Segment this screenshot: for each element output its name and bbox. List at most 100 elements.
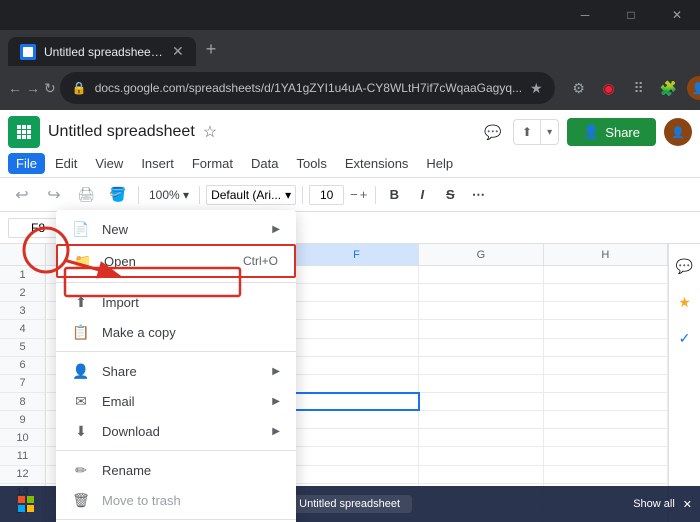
decrease-font-icon[interactable]: − — [350, 187, 358, 202]
close-button[interactable]: ✕ — [654, 0, 700, 30]
cell-H3[interactable] — [544, 302, 668, 319]
cell-H11[interactable] — [544, 447, 668, 464]
cell-G2[interactable] — [419, 284, 543, 301]
user-avatar-app[interactable]: 👤 — [664, 118, 692, 146]
cell-G9[interactable] — [419, 411, 543, 428]
more-formats-button[interactable]: ⋯ — [466, 183, 490, 207]
increase-font-icon[interactable]: + — [360, 187, 368, 202]
menu-item-share[interactable]: 👤 Share ▶ — [56, 356, 296, 386]
menu-item-rename[interactable]: ✏ Rename — [56, 455, 296, 485]
menu-item-edit[interactable]: Edit — [47, 153, 85, 174]
share-button[interactable]: 👤 Share — [567, 118, 656, 146]
new-tab-button[interactable]: + — [196, 33, 227, 66]
menu-item-tools[interactable]: Tools — [288, 153, 334, 174]
taskbar-close[interactable]: ✕ — [683, 498, 692, 511]
menu-item-makecopy[interactable]: 📋 Make a copy — [56, 317, 296, 347]
menu-icon[interactable]: ⠿ — [627, 76, 651, 100]
cell-F7[interactable] — [295, 375, 419, 392]
maximize-button[interactable]: □ — [608, 0, 654, 30]
cell-H6[interactable] — [544, 357, 668, 374]
taskbar-show-all[interactable]: Show all — [633, 498, 675, 510]
puzzle-icon[interactable]: 🧩 — [657, 76, 681, 100]
row-number: 2 — [0, 284, 46, 301]
menu-item-open[interactable]: 📁 Open Ctrl+O — [56, 244, 296, 278]
menu-item-download[interactable]: ⬇ Download ▶ — [56, 416, 296, 446]
cell-G8[interactable] — [419, 393, 543, 410]
menu-item-format[interactable]: Format — [184, 153, 241, 174]
cell-G7[interactable] — [419, 375, 543, 392]
menu-item-help[interactable]: Help — [418, 153, 461, 174]
redo-button[interactable]: ↪ — [40, 181, 68, 209]
cell-F9[interactable] — [295, 411, 419, 428]
cell-H4[interactable] — [544, 320, 668, 337]
cell-H9[interactable] — [544, 411, 668, 428]
arrow-download: ▶ — [272, 426, 280, 437]
row-number: 12 — [0, 466, 46, 483]
cell-F8[interactable] — [295, 393, 419, 410]
menu-item-insert[interactable]: Insert — [133, 153, 182, 174]
menu-item-extensions[interactable]: Extensions — [337, 153, 417, 174]
user-avatar[interactable]: 👤 — [687, 76, 700, 100]
cell-F4[interactable] — [295, 320, 419, 337]
menu-bar: File Edit View Insert Format Data Tools … — [0, 150, 700, 178]
sidebar-comments-icon[interactable]: 💬 — [671, 252, 699, 280]
cell-H12[interactable] — [544, 466, 668, 483]
cell-H8[interactable] — [544, 393, 668, 410]
cell-H5[interactable] — [544, 339, 668, 356]
bold-button[interactable]: B — [382, 183, 406, 207]
cell-F3[interactable] — [295, 302, 419, 319]
cell-G12[interactable] — [419, 466, 543, 483]
print-button[interactable]: 🖨 — [72, 181, 100, 209]
cell-F10[interactable] — [295, 429, 419, 446]
back-button[interactable]: ← — [8, 74, 22, 102]
tab-close-button[interactable]: ✕ — [172, 43, 184, 60]
cell-F11[interactable] — [295, 447, 419, 464]
menu-item-email[interactable]: ✉ Email ▶ — [56, 386, 296, 416]
cell-G5[interactable] — [419, 339, 543, 356]
cell-H7[interactable] — [544, 375, 668, 392]
sidebar-star-icon[interactable]: ★ — [671, 288, 699, 316]
cell-F2[interactable] — [295, 284, 419, 301]
paint-format-button[interactable]: 🪣 — [104, 181, 132, 209]
forward-button[interactable]: → — [26, 74, 40, 102]
extensions-icon[interactable]: ⚙ — [567, 76, 591, 100]
menu-item-file[interactable]: File — [8, 153, 45, 174]
menu-item-new[interactable]: 📄 New ▶ — [56, 214, 296, 244]
cell-H1[interactable] — [544, 266, 668, 283]
taskbar-start[interactable] — [8, 486, 44, 522]
minimize-button[interactable]: ─ — [562, 0, 608, 30]
star-icon[interactable]: ☆ — [203, 122, 217, 142]
menu-item-import[interactable]: ⬆ Import — [56, 287, 296, 317]
cell-H10[interactable] — [544, 429, 668, 446]
undo-button[interactable]: ↩ — [8, 181, 36, 209]
reload-button[interactable]: ↻ — [44, 74, 56, 102]
zoom-select[interactable]: 100% ▾ — [145, 183, 193, 207]
cell-F5[interactable] — [295, 339, 419, 356]
menu-item-data[interactable]: Data — [243, 153, 286, 174]
row-number: 10 — [0, 429, 46, 446]
browser-tab[interactable]: Untitled spreadsheet - Google S... ✕ — [8, 37, 196, 66]
history-button[interactable]: ⬆ ▾ — [513, 119, 559, 145]
italic-button[interactable]: I — [410, 183, 434, 207]
menu-icon-new: 📄 — [72, 220, 90, 238]
menu-icon-open: 📁 — [74, 252, 92, 270]
menu-item-view[interactable]: View — [87, 153, 131, 174]
cell-G1[interactable] — [419, 266, 543, 283]
sidebar-check-icon[interactable]: ✓ — [671, 324, 699, 352]
font-select[interactable]: Default (Ari... ▾ — [206, 185, 296, 205]
opera-icon[interactable]: ◉ — [597, 76, 621, 100]
menu-icon-movetotrash: 🗑 — [72, 491, 90, 509]
address-bar[interactable]: 🔒 docs.google.com/spreadsheets/d/1YA1gZY… — [60, 72, 555, 104]
strikethrough-button[interactable]: S — [438, 183, 462, 207]
font-size[interactable]: 10 — [309, 185, 344, 205]
cell-G6[interactable] — [419, 357, 543, 374]
chat-icon[interactable]: 💬 — [481, 120, 505, 144]
cell-F1[interactable] — [295, 266, 419, 283]
cell-H2[interactable] — [544, 284, 668, 301]
cell-F12[interactable] — [295, 466, 419, 483]
cell-G10[interactable] — [419, 429, 543, 446]
cell-F6[interactable] — [295, 357, 419, 374]
cell-G11[interactable] — [419, 447, 543, 464]
cell-G4[interactable] — [419, 320, 543, 337]
cell-G3[interactable] — [419, 302, 543, 319]
